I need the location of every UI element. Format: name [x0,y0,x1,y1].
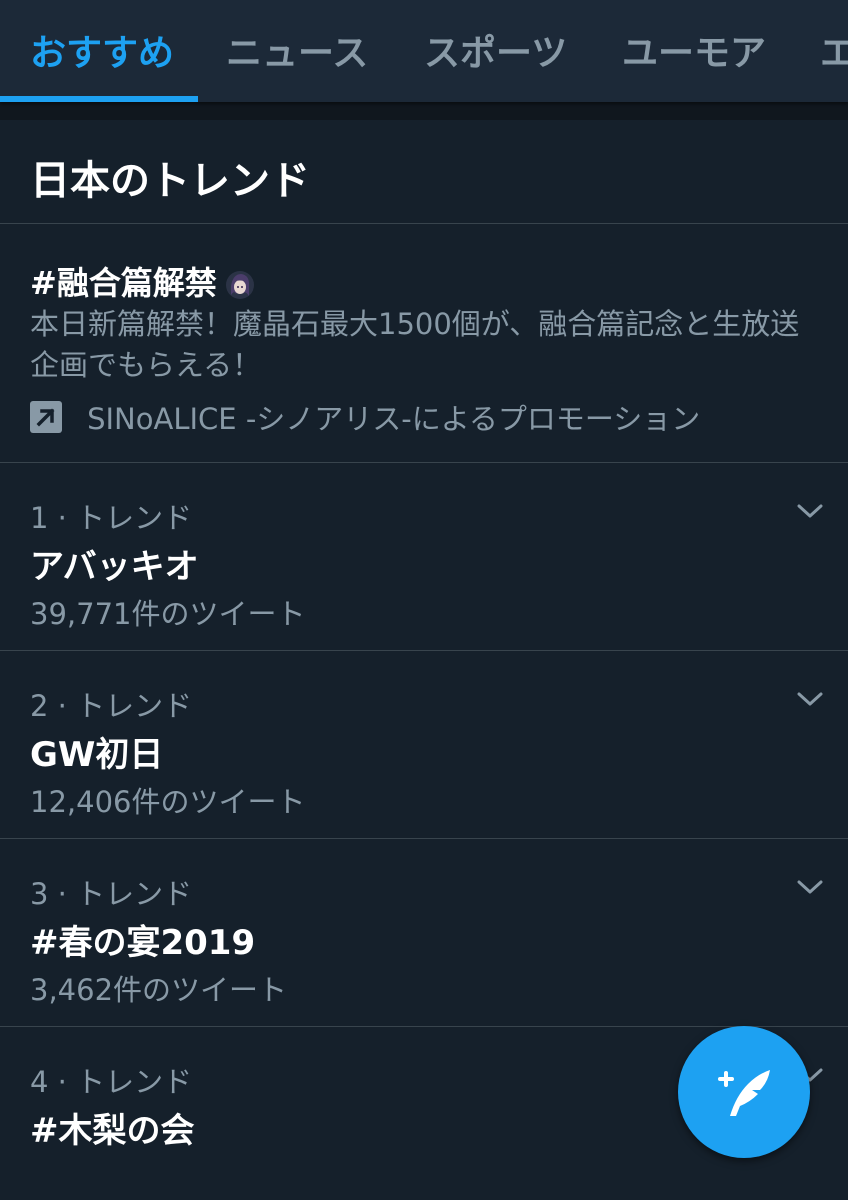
chevron-down-icon[interactable] [796,689,824,709]
section-title: 日本のトレンド [30,158,310,204]
chevron-down-icon[interactable] [796,877,824,897]
trend-name: #木梨の会 [30,1111,195,1151]
promoted-trend-description: 本日新篇解禁！魔晶石最大1500個が、融合篇記念と生放送企画でもらえる！ [30,307,800,382]
trend-name: GW初日 [30,735,164,775]
promoted-by-label: SINoALICE -シノアリス-によるプロモーション [87,402,701,436]
trend-rank: 3 · トレンド [30,877,193,911]
trend-item[interactable]: 1 · トレンド アバッキオ 39,771件のツイート [0,463,848,651]
section-gap [0,102,848,120]
trend-rank: 4 · トレンド [30,1065,193,1099]
promoted-trend-title: #融合篇解禁 [30,264,217,302]
trend-name: アバッキオ [30,547,199,587]
trend-tweet-count: 3,462件のツイート [30,973,288,1007]
trend-rank: 2 · トレンド [30,689,193,723]
trend-tweet-count: 12,406件のツイート [30,785,306,819]
trend-rank: 1 · トレンド [30,501,193,535]
trend-item[interactable]: 2 · トレンド GW初日 12,406件のツイート [0,651,848,839]
chevron-down-icon[interactable] [796,501,824,521]
compose-tweet-button[interactable] [678,1026,810,1158]
promoted-avatar-icon [225,270,255,300]
tab-sports[interactable]: スポーツ [424,24,567,76]
promoted-trend[interactable]: #融合篇解禁 本日新篇解禁！魔晶石最大1500個が、融合篇記念と生放送企画でもら… [0,224,848,463]
promoted-by-row: SINoALICE -シノアリス-によるプロモーション [30,396,700,436]
trend-tweet-count: 39,771件のツイート [30,597,306,631]
tab-entertainment[interactable]: エ [820,24,848,76]
tab-humor[interactable]: ユーモア [622,24,766,76]
tab-recommended[interactable]: おすすめ [30,24,174,76]
tab-news[interactable]: ニュース [226,24,368,76]
trend-item[interactable]: 3 · トレンド #春の宴2019 3,462件のツイート [0,839,848,1027]
promoted-trend-title-row: #融合篇解禁 [30,258,255,304]
active-tab-indicator [0,96,198,102]
trend-name: #春の宴2019 [30,923,256,963]
section-header: 日本のトレンド [0,120,848,224]
explore-tab-bar: おすすめ ニュース スポーツ ユーモア エ [0,0,848,102]
compose-tweet-icon [718,1070,770,1116]
promoted-arrow-icon [30,401,62,433]
